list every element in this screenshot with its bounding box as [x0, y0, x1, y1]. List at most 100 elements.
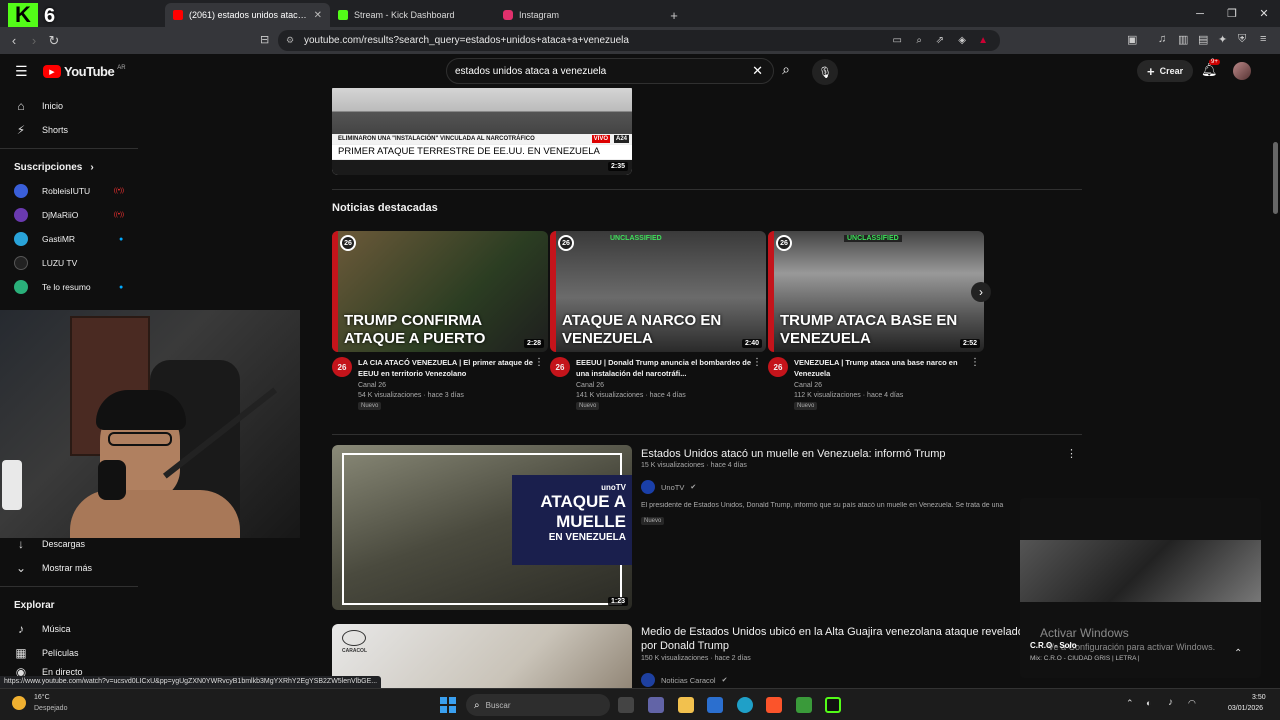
video-thumbnail[interactable]: 26 UNCLASSIFIED ATAQUE A NARCO EN VENEZU…	[550, 231, 766, 352]
new-tab-button[interactable]: +	[660, 3, 688, 27]
chevron-up-icon[interactable]: ⌃	[1234, 648, 1242, 659]
ai-icon[interactable]: ✦	[1218, 33, 1227, 46]
cast-icon[interactable]: ▭	[893, 35, 902, 46]
more-options-icon[interactable]: ⋮	[1066, 447, 1077, 460]
clock-time[interactable]: 3:50	[1252, 694, 1266, 701]
file-explorer-icon[interactable]	[678, 697, 694, 713]
start-icon[interactable]	[440, 697, 456, 713]
tray-app-icon[interactable]: ◐	[1146, 698, 1151, 708]
sidebar-sub-item[interactable]: LUZU TV	[0, 251, 138, 275]
tab-youtube[interactable]: (2061) estados unidos ataca a ve ✕	[165, 3, 330, 27]
edge-icon[interactable]	[737, 697, 753, 713]
tray-chevron-icon[interactable]: ⌃	[1126, 698, 1134, 709]
microphone-icon[interactable]: 🎙︎	[812, 59, 838, 85]
channel-row[interactable]: UnoTV ✔	[641, 480, 696, 494]
youtube-header: ☰ ▶ YouTube AR estados unidos ataca a ve…	[0, 54, 1280, 88]
hamburger-icon[interactable]: ☰	[15, 63, 28, 80]
sidebar-toggle-icon[interactable]: ▣	[1127, 33, 1137, 46]
top-video-thumbnail[interactable]: ELIMINARON UNA "INSTALACIÓN" VINCULADA A…	[332, 88, 632, 175]
video-thumbnail[interactable]: 26 UNCLASSIFIED TRUMP ATACA BASE EN VENE…	[768, 231, 984, 352]
sidebar-item-inicio[interactable]: ⌂ Inicio	[0, 94, 138, 118]
more-options-icon[interactable]: ⋮	[970, 357, 980, 368]
sidebar-item-peliculas[interactable]: ▦ Películas	[0, 641, 138, 665]
video-stats: 54 K visualizaciones · hace 3 días	[358, 392, 464, 399]
video-thumbnail[interactable]: 26 TRUMP CONFIRMA ATAQUE A PUERTO 2:28	[332, 231, 548, 352]
video-stats: 15 K visualizaciones · hace 4 días	[641, 462, 747, 469]
channel-avatar[interactable]: 26	[332, 357, 352, 377]
channel-name[interactable]: Canal 26	[576, 382, 766, 389]
video-title[interactable]: Medio de Estados Unidos ubicó en la Alta…	[641, 625, 1027, 653]
clock-date[interactable]: 03/01/2026	[1228, 705, 1263, 712]
taskbar-search[interactable]: ⌕ Buscar	[466, 694, 610, 716]
url-field[interactable]: ⚙ youtube.com/results?search_query=estad…	[278, 30, 1000, 51]
more-options-icon[interactable]: ⋮	[752, 357, 762, 368]
site-info-icon[interactable]: ⚙	[286, 35, 294, 46]
store-icon[interactable]	[707, 697, 723, 713]
clear-search-icon[interactable]: ✕	[752, 63, 763, 79]
sidebar-sub-item[interactable]: Te lo resumo ●	[0, 275, 138, 299]
rewards-icon[interactable]: ▲	[978, 35, 988, 46]
reader-icon[interactable]: ▥	[1178, 33, 1188, 46]
video-result[interactable]: CARACOL Medio de Estados Unidos ubicó en…	[332, 624, 1132, 688]
media-icon[interactable]: ♫	[1158, 33, 1166, 45]
teams-icon[interactable]	[648, 697, 664, 713]
channel-avatar[interactable]: 26	[768, 357, 788, 377]
channel-name[interactable]: Canal 26	[794, 382, 984, 389]
sidebar-sub-item[interactable]: GastiMR ●	[0, 227, 138, 251]
sidebar-sub-item[interactable]: DjMaRiiO ((•))	[0, 203, 138, 227]
scrollbar-thumb[interactable]	[1273, 142, 1278, 214]
news-card[interactable]: 26 UNCLASSIFIED ATAQUE A NARCO EN VENEZU…	[550, 231, 766, 410]
youtube-logo[interactable]: ▶ YouTube AR	[43, 64, 126, 79]
minimize-icon[interactable]: ─	[1184, 0, 1216, 27]
volume-icon[interactable]: ♪	[1168, 697, 1173, 708]
news-card[interactable]: 26 TRUMP CONFIRMA ATAQUE A PUERTO 2:28 2…	[332, 231, 548, 410]
more-options-icon[interactable]: ⋮	[534, 357, 544, 368]
xbox-icon[interactable]	[796, 697, 812, 713]
sidebar-item-mostrar-mas[interactable]: ⌄ Mostrar más	[0, 556, 138, 580]
track-title: C.R.O - Solo	[1030, 641, 1077, 650]
back-icon[interactable]: ‹	[4, 33, 24, 48]
search-input[interactable]: estados unidos ataca a venezuela ✕	[446, 58, 774, 84]
kick-app-icon[interactable]	[825, 697, 841, 713]
wifi-icon[interactable]: ◠	[1188, 698, 1196, 709]
weather-icon[interactable]	[12, 696, 26, 710]
maximize-icon[interactable]: ❐	[1216, 0, 1248, 27]
wallet-icon[interactable]: ▤	[1198, 33, 1208, 46]
bookmark-icon[interactable]: ⊟	[260, 33, 269, 46]
news-card[interactable]: 26 UNCLASSIFIED TRUMP ATACA BASE EN VENE…	[768, 231, 984, 410]
channel-row[interactable]: Noticias Caracol ✔	[641, 673, 727, 687]
brave-shield-icon[interactable]: ◈	[958, 35, 966, 46]
tab-instagram[interactable]: Instagram	[495, 3, 660, 27]
sidebar-sub-item[interactable]: RobleisIUTU ((•))	[0, 179, 138, 203]
video-result[interactable]: unoTV ATAQUE A MUELLE EN VENEZUELA 1:23 …	[332, 445, 1132, 610]
video-thumbnail[interactable]: unoTV ATAQUE A MUELLE EN VENEZUELA 1:23	[332, 445, 632, 610]
brave-icon[interactable]	[766, 697, 782, 713]
close-tab-icon[interactable]: ✕	[314, 10, 322, 21]
create-button[interactable]: + Crear	[1137, 60, 1194, 82]
video-title[interactable]: VENEZUELA | Trump ataca una base narco e…	[794, 357, 984, 379]
youtube-favicon-icon	[173, 10, 183, 20]
reload-icon[interactable]: ↻	[44, 33, 64, 49]
subscriptions-header[interactable]: Suscripciones ›	[0, 155, 138, 179]
sidebar-item-shorts[interactable]: ⚡︎ Shorts	[0, 118, 138, 142]
close-window-icon[interactable]: ✕	[1248, 0, 1280, 27]
sidebar-item-musica[interactable]: ♪ Música	[0, 617, 138, 641]
search-icon[interactable]: ⌕	[776, 61, 796, 81]
page-scrollbar[interactable]	[1272, 88, 1280, 688]
video-title[interactable]: Estados Unidos atacó un muelle en Venezu…	[641, 447, 946, 461]
red-accent-bar	[332, 231, 338, 352]
tab-kick[interactable]: Stream - Kick Dashboard	[330, 3, 495, 27]
task-view-icon[interactable]	[618, 697, 634, 713]
forward-icon[interactable]: ›	[24, 33, 44, 48]
channel-avatar[interactable]: 26	[550, 357, 570, 377]
channel-name[interactable]: Canal 26	[358, 382, 548, 389]
share-icon[interactable]: ⇗	[936, 35, 944, 46]
carousel-next-button[interactable]: ›	[971, 282, 991, 302]
video-title[interactable]: EEEUU | Donald Trump anuncia el bombarde…	[576, 357, 766, 379]
menu-icon[interactable]: ≡	[1260, 33, 1266, 45]
region-code: AR	[117, 64, 126, 71]
zoom-icon[interactable]: ⌕	[916, 35, 922, 46]
avatar[interactable]	[1233, 62, 1251, 80]
video-title[interactable]: LA CIA ATACÓ VENEZUELA | El primer ataqu…	[358, 357, 548, 379]
vpn-icon[interactable]: ⛨	[1238, 33, 1246, 46]
